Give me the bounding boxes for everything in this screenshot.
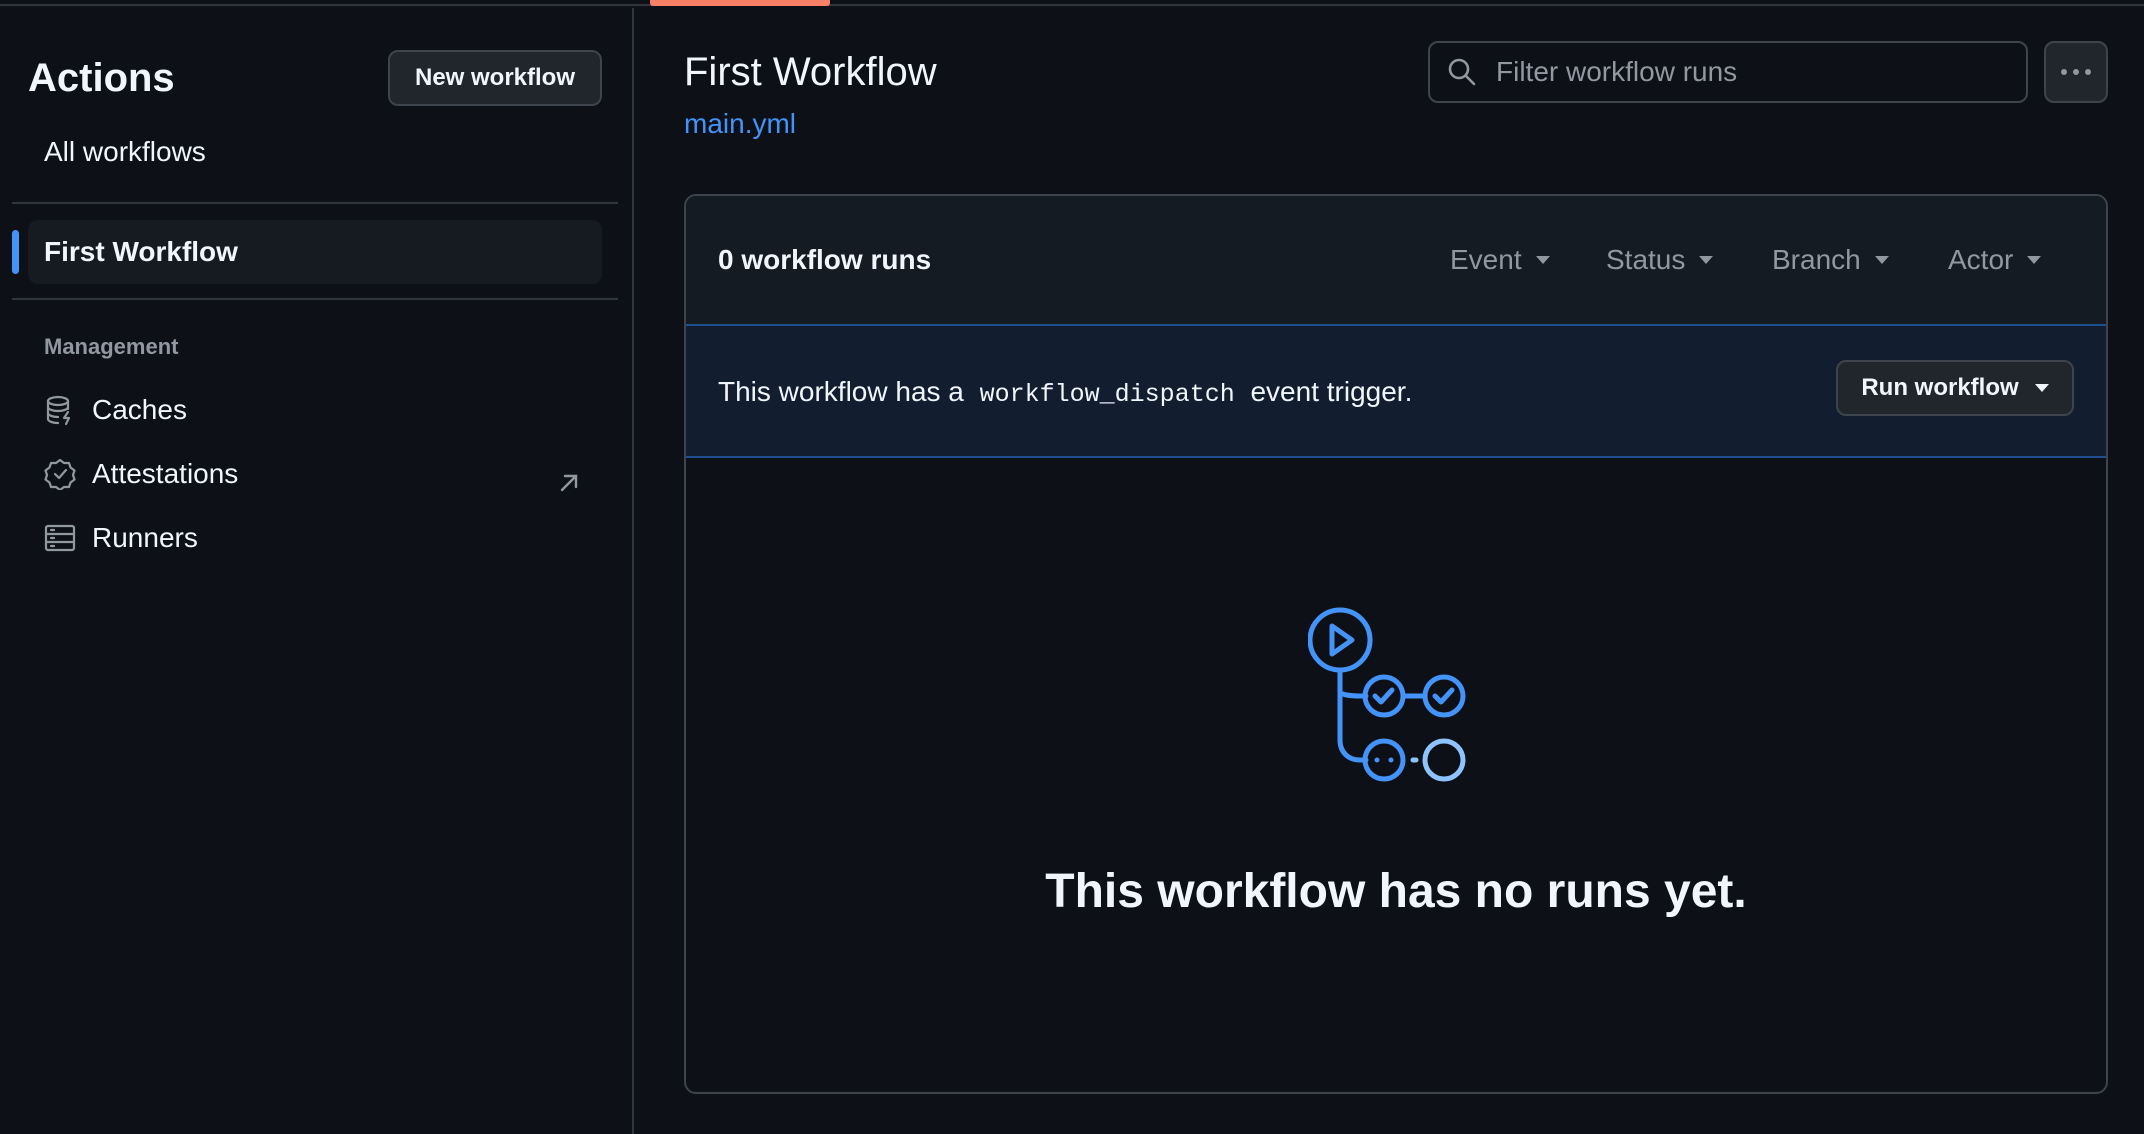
runs-header: 0 workflow runs Event Status Branch Acto… bbox=[686, 196, 2106, 326]
external-link-icon bbox=[560, 474, 578, 492]
more-options-button[interactable] bbox=[2044, 41, 2108, 103]
search-icon bbox=[1448, 58, 1476, 86]
caret-down-icon bbox=[2034, 384, 2049, 392]
workflow-graph-icon bbox=[1308, 607, 1466, 782]
workflow-file-link[interactable]: main.yml bbox=[684, 108, 796, 140]
top-border bbox=[0, 0, 2144, 6]
active-tab-underline bbox=[650, 0, 830, 6]
sidebar-item-caches[interactable]: Caches bbox=[44, 394, 187, 426]
dispatch-event-code: workflow_dispatch bbox=[979, 380, 1235, 409]
caret-down-icon bbox=[1874, 256, 1889, 264]
sidebar-item-label: Attestations bbox=[92, 458, 239, 489]
empty-state-message: This workflow has no runs yet. bbox=[1045, 865, 1747, 918]
sidebar-divider bbox=[12, 202, 618, 204]
filter-actor[interactable]: Actor bbox=[1948, 244, 2042, 276]
sidebar-item-label: Caches bbox=[92, 394, 187, 425]
run-workflow-label: Run workflow bbox=[1861, 374, 2019, 401]
sidebar-title: Actions bbox=[28, 56, 175, 100]
dispatch-text-after: event trigger. bbox=[1250, 376, 1413, 407]
sidebar-item-all-workflows[interactable]: All workflows bbox=[44, 136, 206, 168]
verified-badge-icon bbox=[44, 458, 76, 490]
management-heading: Management bbox=[44, 334, 179, 359]
kebab-horizontal-icon bbox=[2061, 69, 2091, 75]
sidebar-item-label: Runners bbox=[92, 522, 198, 553]
filter-label: Event bbox=[1450, 244, 1522, 275]
filter-branch[interactable]: Branch bbox=[1772, 244, 1889, 276]
filter-status[interactable]: Status bbox=[1606, 244, 1714, 276]
caret-down-icon bbox=[1699, 256, 1714, 264]
filter-event[interactable]: Event bbox=[1450, 244, 1550, 276]
workflow-runs-panel: 0 workflow runs Event Status Branch Acto… bbox=[684, 194, 2108, 1094]
dispatch-banner: This workflow has a workflow_dispatch ev… bbox=[686, 326, 2106, 458]
filter-label: Actor bbox=[1948, 244, 2014, 275]
run-workflow-button[interactable]: Run workflow bbox=[1836, 360, 2074, 416]
search-input[interactable] bbox=[1494, 55, 2018, 89]
sidebar-item-attestations[interactable]: Attestations bbox=[44, 458, 238, 490]
server-icon bbox=[44, 524, 76, 552]
sidebar-item-runners[interactable]: Runners bbox=[44, 522, 198, 554]
dispatch-text-before: This workflow has a bbox=[718, 376, 964, 407]
sidebar: Actions New workflow All workflows First… bbox=[0, 8, 634, 1134]
filter-label: Branch bbox=[1772, 244, 1861, 275]
caret-down-icon bbox=[2027, 256, 2042, 264]
caret-down-icon bbox=[1535, 256, 1550, 264]
filter-search-box[interactable] bbox=[1428, 41, 2028, 103]
filter-label: Status bbox=[1606, 244, 1686, 275]
new-workflow-button[interactable]: New workflow bbox=[388, 50, 602, 106]
page-title: First Workflow bbox=[684, 50, 937, 94]
sidebar-divider bbox=[12, 298, 618, 300]
sidebar-item-label: First Workflow bbox=[44, 236, 238, 267]
dispatch-message: This workflow has a workflow_dispatch ev… bbox=[718, 376, 1412, 409]
selected-indicator bbox=[12, 230, 19, 274]
runs-count: 0 workflow runs bbox=[718, 244, 932, 275]
database-icon bbox=[46, 395, 71, 426]
